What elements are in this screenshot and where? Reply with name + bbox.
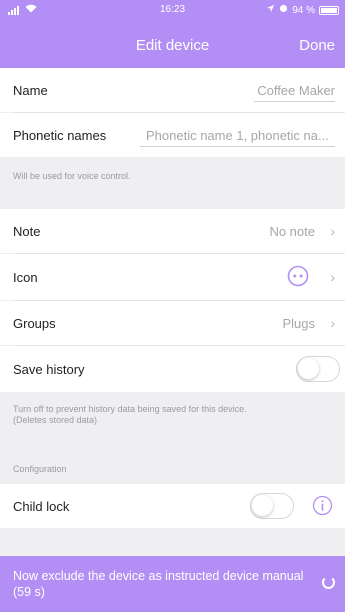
phonetic-row[interactable]: Phonetic names Phonetic name 1, phonetic…	[0, 113, 345, 157]
note-value: No note	[269, 224, 315, 239]
groups-row[interactable]: Groups Plugs ›	[0, 301, 345, 345]
page-title: Edit device	[135, 37, 210, 54]
phonetic-field[interactable]: Phonetic name 1, phonetic na...	[146, 128, 329, 143]
battery-percent: 94 %	[292, 4, 315, 16]
exclusion-banner: Now exclude the device as instructed dev…	[0, 556, 345, 612]
loading-spinner-icon	[322, 576, 335, 589]
exclusion-message: Now exclude the device as instructed dev…	[13, 569, 304, 599]
info-icon[interactable]	[312, 495, 333, 519]
child-lock-row: Child lock	[0, 484, 345, 528]
status-bar: 16:23 94 %	[0, 0, 345, 20]
name-field[interactable]: Coffee Maker	[257, 83, 335, 98]
alarm-icon	[279, 4, 288, 16]
phonetic-label: Phonetic names	[13, 128, 107, 143]
name-underline	[254, 101, 335, 102]
location-icon	[266, 4, 275, 16]
note-label: Note	[13, 224, 41, 239]
child-lock-label: Child lock	[13, 499, 70, 514]
chevron-right-icon: ›	[330, 315, 335, 331]
icon-label: Icon	[13, 270, 38, 285]
note-row[interactable]: Note No note ›	[0, 209, 345, 253]
phonetic-hint: Will be used for voice control.	[13, 171, 131, 181]
configuration-header: Configuration	[13, 464, 67, 474]
battery-icon	[319, 5, 339, 15]
name-label: Name	[13, 83, 48, 98]
chevron-right-icon: ›	[330, 269, 335, 285]
icon-row[interactable]: Icon ›	[0, 254, 345, 300]
save-history-toggle[interactable]	[296, 356, 340, 382]
chevron-right-icon: ›	[330, 223, 335, 239]
save-history-label: Save history	[13, 362, 85, 377]
history-hint: Turn off to prevent history data being s…	[13, 404, 247, 425]
phonetic-underline	[140, 146, 335, 147]
done-button[interactable]: Done	[299, 37, 335, 54]
groups-value: Plugs	[282, 316, 315, 331]
groups-label: Groups	[13, 316, 56, 331]
name-row[interactable]: Name Coffee Maker	[0, 68, 345, 112]
plug-icon	[287, 265, 309, 290]
save-history-row: Save history	[0, 346, 345, 392]
top-bar: 16:23 94 % Edit device Done	[0, 0, 345, 68]
child-lock-toggle[interactable]	[250, 493, 294, 519]
